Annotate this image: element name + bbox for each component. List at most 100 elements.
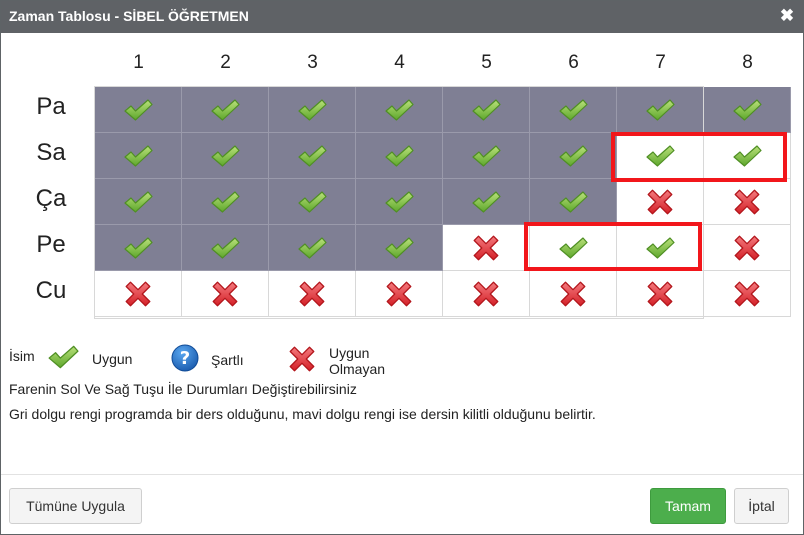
- check-icon: [384, 190, 414, 214]
- timetable-cell[interactable]: [95, 133, 182, 179]
- timetable-cell[interactable]: [95, 179, 182, 225]
- cancel-button[interactable]: İptal: [734, 488, 789, 524]
- timetable-cell[interactable]: [704, 133, 791, 179]
- legend-unavailable-label: Uygun Olmayan: [329, 344, 386, 377]
- timetable-cell[interactable]: [356, 133, 443, 179]
- timetable-cell[interactable]: [95, 271, 182, 317]
- check-icon: [384, 98, 414, 122]
- timetable-cell[interactable]: [182, 87, 269, 133]
- cross-icon: [297, 279, 327, 309]
- timetable-cell[interactable]: [443, 87, 530, 133]
- timetable-cell[interactable]: [269, 133, 356, 179]
- timetable-cell[interactable]: [182, 133, 269, 179]
- timetable-cell[interactable]: [443, 179, 530, 225]
- legend-name-label: İsim: [9, 348, 35, 364]
- timetable-cell[interactable]: [530, 87, 617, 133]
- timetable-cell[interactable]: [704, 87, 791, 133]
- check-icon: [123, 190, 153, 214]
- cross-icon: [123, 279, 153, 309]
- check-icon: [558, 236, 588, 260]
- check-icon: [210, 98, 240, 122]
- check-icon: [297, 144, 327, 168]
- legend-available: Uygun: [47, 344, 132, 373]
- timetable-cell[interactable]: [530, 271, 617, 317]
- timetable-cell[interactable]: [530, 133, 617, 179]
- dialog-title: Zaman Tablosu - SİBEL ÖĞRETMEN: [9, 8, 249, 24]
- check-icon: [471, 98, 501, 122]
- timetable-cell[interactable]: [269, 271, 356, 317]
- check-icon: [732, 144, 762, 168]
- check-icon: [297, 190, 327, 214]
- check-icon: [471, 190, 501, 214]
- check-icon: [47, 344, 79, 373]
- check-icon: [123, 144, 153, 168]
- timetable-cell[interactable]: [530, 179, 617, 225]
- check-icon: [210, 236, 240, 260]
- svg-text:?: ?: [180, 348, 190, 369]
- cross-icon: [558, 279, 588, 309]
- timetable-cell[interactable]: [617, 179, 704, 225]
- check-icon: [732, 98, 762, 122]
- cross-icon: [287, 344, 317, 377]
- check-icon: [384, 236, 414, 260]
- check-icon: [210, 144, 240, 168]
- info-line-1: Farenin Sol Ve Sağ Tuşu İle Durumları De…: [9, 381, 357, 397]
- period-header-1: 1: [133, 52, 144, 73]
- period-header-6: 6: [568, 52, 579, 73]
- day-header-2: Ça: [35, 185, 67, 212]
- close-icon[interactable]: ✖: [779, 7, 795, 25]
- dialog-titlebar: Zaman Tablosu - SİBEL ÖĞRETMEN ✖: [1, 1, 803, 33]
- check-icon: [210, 190, 240, 214]
- timetable-cell[interactable]: [617, 225, 704, 271]
- timetable-cell[interactable]: [617, 271, 704, 317]
- period-header-5: 5: [481, 52, 492, 73]
- cross-icon: [732, 279, 762, 309]
- timetable-cell[interactable]: [269, 225, 356, 271]
- cross-icon: [645, 279, 675, 309]
- timetable-cell[interactable]: [443, 271, 530, 317]
- apply-all-button[interactable]: Tümüne Uygula: [9, 488, 142, 524]
- cross-icon: [471, 279, 501, 309]
- timetable-cell[interactable]: [443, 133, 530, 179]
- check-icon: [558, 190, 588, 214]
- timetable-cell[interactable]: [704, 225, 791, 271]
- timetable-cell[interactable]: [182, 271, 269, 317]
- check-icon: [645, 144, 675, 168]
- ok-button[interactable]: Tamam: [650, 488, 726, 524]
- timetable-cell[interactable]: [182, 179, 269, 225]
- day-header-3: Pe: [36, 231, 66, 258]
- timetable-cell[interactable]: [617, 133, 704, 179]
- timetable-cell[interactable]: [443, 225, 530, 271]
- footer-divider: [1, 474, 803, 475]
- cross-icon: [732, 233, 762, 263]
- timetable-cell[interactable]: [95, 87, 182, 133]
- check-icon: [297, 236, 327, 260]
- cross-icon: [384, 279, 414, 309]
- timetable-cell[interactable]: [530, 225, 617, 271]
- timetable-cell[interactable]: [269, 87, 356, 133]
- info-line-2: Gri dolgu rengi programda bir ders olduğ…: [9, 406, 596, 422]
- day-header-4: Cu: [35, 277, 67, 304]
- timetable-cell[interactable]: [356, 87, 443, 133]
- period-header-3: 3: [307, 52, 318, 73]
- check-icon: [297, 98, 327, 122]
- timetable-cell[interactable]: [356, 271, 443, 317]
- check-icon: [471, 144, 501, 168]
- check-icon: [645, 98, 675, 122]
- timetable-cell[interactable]: [617, 87, 704, 133]
- timetable-cell[interactable]: [182, 225, 269, 271]
- check-icon: [123, 236, 153, 260]
- period-header-2: 2: [220, 52, 231, 73]
- timetable-cell[interactable]: [269, 179, 356, 225]
- period-header-8: 8: [742, 52, 753, 73]
- timetable-cell[interactable]: [704, 179, 791, 225]
- cross-icon: [210, 279, 240, 309]
- legend-available-label: Uygun: [92, 350, 133, 367]
- timetable-cell[interactable]: [356, 225, 443, 271]
- timetable-cell[interactable]: [95, 225, 182, 271]
- check-icon: [558, 98, 588, 122]
- timetable-cell[interactable]: [704, 271, 791, 317]
- period-header-7: 7: [655, 52, 666, 73]
- cross-icon: [645, 187, 675, 217]
- timetable-cell[interactable]: [356, 179, 443, 225]
